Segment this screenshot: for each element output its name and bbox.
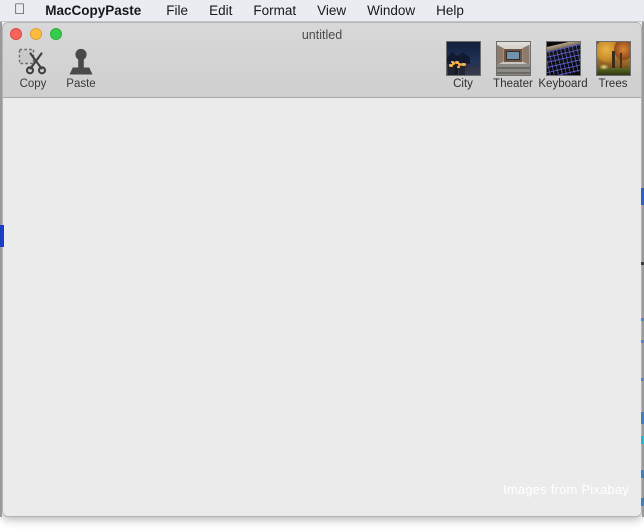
- image-label-keyboard: Keyboard: [538, 78, 588, 90]
- stamp-icon: [66, 45, 96, 77]
- menu-item-format[interactable]: Format: [253, 3, 296, 18]
- menu-item-window[interactable]: Window: [367, 3, 415, 18]
- theater-thumbnail: [495, 41, 531, 76]
- window-title: untitled: [301, 28, 343, 42]
- paste-button[interactable]: Paste: [59, 45, 103, 90]
- menu-item-file[interactable]: File: [166, 3, 188, 18]
- image-button-trees[interactable]: Trees: [591, 41, 635, 90]
- city-thumbnail: [445, 41, 481, 76]
- window-title-bar[interactable]: untitled Copy Paste City Theater Keyboar…: [3, 23, 641, 98]
- menu-item-edit[interactable]: Edit: [209, 3, 232, 18]
- paste-button-label: Paste: [66, 78, 96, 90]
- toolbar-images: City Theater Keyboard Trees: [441, 41, 635, 90]
- image-label-theater: Theater: [493, 78, 533, 90]
- apple-logo-icon[interactable]: : [14, 2, 25, 17]
- left-edge-marker[interactable]: [0, 225, 4, 247]
- menu-item-view[interactable]: View: [317, 3, 346, 18]
- menu-item-app-name[interactable]: MacCopyPaste: [45, 3, 141, 18]
- image-button-city[interactable]: City: [441, 41, 485, 90]
- copy-button[interactable]: Copy: [11, 45, 55, 90]
- image-button-keyboard[interactable]: Keyboard: [538, 41, 588, 90]
- menu-bar:  MacCopyPaste File Edit Format View Win…: [0, 0, 644, 22]
- image-button-theater[interactable]: Theater: [491, 41, 535, 90]
- document-canvas[interactable]: Images from Pixabay: [3, 99, 641, 516]
- toolbar-tools: Copy Paste: [11, 45, 103, 90]
- window-left-edge: [0, 22, 2, 517]
- scissors-icon: [18, 45, 48, 77]
- watermark-text: Images from Pixabay: [503, 482, 629, 497]
- application-window: untitled Copy Paste City Theater Keyboar…: [2, 22, 642, 517]
- copy-button-label: Copy: [19, 78, 47, 90]
- image-label-trees: Trees: [598, 78, 628, 90]
- image-label-city: City: [453, 78, 473, 90]
- trees-thumbnail: [595, 41, 631, 76]
- menu-item-help[interactable]: Help: [436, 3, 464, 18]
- keyboard-thumbnail: [545, 41, 581, 76]
